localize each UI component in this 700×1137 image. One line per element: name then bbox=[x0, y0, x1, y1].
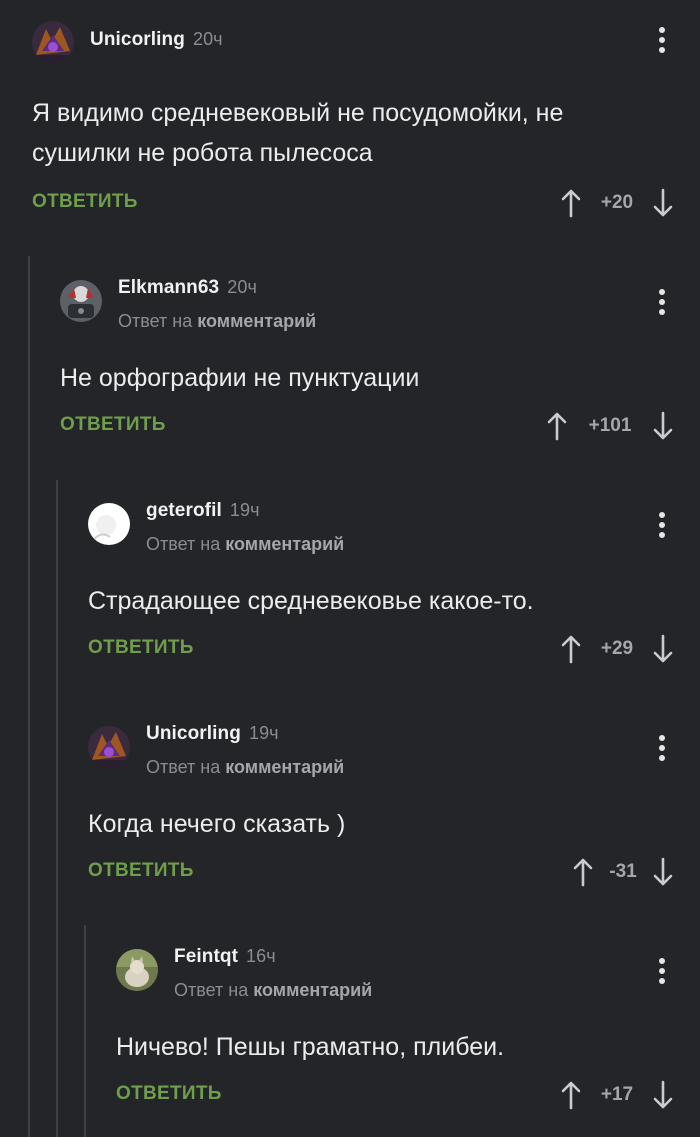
timestamp: 20ч bbox=[192, 29, 223, 49]
rating-value: +101 bbox=[588, 415, 632, 436]
more-vertical-icon[interactable] bbox=[654, 289, 670, 319]
reply-button[interactable]: ОТВЕТИТЬ bbox=[88, 860, 194, 882]
comment: Unicorling 19ч Ответ на комментарий Когда… bbox=[88, 723, 700, 890]
arrow-up-icon[interactable] bbox=[560, 1080, 582, 1110]
arrow-down-icon[interactable] bbox=[652, 188, 674, 218]
vote-controls: +101 bbox=[546, 408, 674, 444]
rating-value: +17 bbox=[600, 1084, 634, 1105]
username-text[interactable]: Unicorling bbox=[146, 723, 241, 744]
timestamp: 16ч bbox=[246, 946, 276, 966]
reply-button[interactable]: ОТВЕТИТЬ bbox=[60, 414, 166, 436]
username-text[interactable]: Feintqt bbox=[174, 946, 238, 967]
comment: Feintqt 16ч Ответ на комментарий Ничево! … bbox=[116, 946, 700, 1113]
comment: geterofil 19ч Ответ на комментарий Страда… bbox=[88, 500, 700, 667]
reply-to-prefix: Ответ на bbox=[146, 534, 226, 554]
comment-header: Elkmann63 20ч Ответ на комментарий bbox=[60, 277, 700, 332]
comment: Unicorling 20ч Я видимо средневековый не … bbox=[32, 21, 700, 221]
comment: Elkmann63 20ч Ответ на комментарий Не орф… bbox=[60, 277, 700, 444]
reply-to-link[interactable]: комментарий bbox=[253, 980, 372, 1000]
more-vertical-icon[interactable] bbox=[654, 735, 670, 765]
username[interactable]: Feintqt 16ч bbox=[174, 946, 276, 968]
rating-value: +29 bbox=[600, 638, 634, 659]
arrow-up-icon[interactable] bbox=[546, 411, 568, 441]
reply-to-link[interactable]: комментарий bbox=[225, 534, 344, 554]
comment-text: Страдающее средневековье какое-то. bbox=[88, 587, 534, 615]
avatar[interactable] bbox=[60, 280, 102, 322]
thread-line-level-2 bbox=[56, 480, 58, 1137]
reply-to-prefix: Ответ на bbox=[118, 311, 198, 331]
comment-text: Когда нечего сказать ) bbox=[88, 810, 346, 838]
comment-actions: ОТВЕТИТЬ +17 bbox=[116, 1077, 700, 1113]
reply-button[interactable]: ОТВЕТИТЬ bbox=[88, 637, 194, 659]
timestamp: 19ч bbox=[229, 500, 260, 520]
avatar[interactable] bbox=[32, 21, 74, 63]
reply-to-label: Ответ на комментарий bbox=[146, 757, 344, 778]
reply-to-prefix: Ответ на bbox=[174, 980, 254, 1000]
comment-header: geterofil 19ч Ответ на комментарий bbox=[88, 500, 700, 555]
rating-value: +20 bbox=[600, 192, 634, 213]
vote-controls: +29 bbox=[560, 631, 674, 667]
comment-actions: ОТВЕТИТЬ +101 bbox=[60, 408, 700, 444]
timestamp: 19ч bbox=[248, 723, 279, 743]
reply-to-link[interactable]: комментарий bbox=[197, 311, 316, 331]
arrow-down-icon[interactable] bbox=[652, 634, 674, 664]
avatar[interactable] bbox=[88, 503, 130, 545]
comment-actions: ОТВЕТИТЬ -31 bbox=[88, 854, 700, 890]
comment-header: Unicorling 20ч bbox=[32, 21, 700, 73]
reply-button[interactable]: ОТВЕТИТЬ bbox=[32, 191, 138, 213]
reply-to-label: Ответ на комментарий bbox=[118, 311, 316, 332]
reply-button[interactable]: ОТВЕТИТЬ bbox=[116, 1083, 222, 1105]
arrow-down-icon[interactable] bbox=[652, 411, 674, 441]
more-vertical-icon[interactable] bbox=[654, 27, 670, 57]
reply-to-label: Ответ на комментарий bbox=[174, 980, 372, 1001]
comment-text: Не орфографии не пунктуации bbox=[60, 364, 420, 392]
comment-actions: ОТВЕТИТЬ +29 bbox=[88, 631, 700, 667]
comment-text: Я видимо средневековый не посудомойки, н… bbox=[32, 99, 564, 167]
avatar[interactable] bbox=[88, 726, 130, 768]
thread-line-level-1 bbox=[28, 256, 30, 1137]
thread-line-level-4 bbox=[84, 925, 86, 1137]
username[interactable]: Elkmann63 20ч bbox=[118, 277, 257, 299]
arrow-up-icon[interactable] bbox=[572, 857, 594, 887]
reply-to-link[interactable]: комментарий bbox=[225, 757, 344, 777]
arrow-up-icon[interactable] bbox=[560, 188, 582, 218]
username[interactable]: Unicorling 20ч bbox=[90, 29, 223, 51]
vote-controls: +20 bbox=[560, 185, 674, 221]
timestamp: 20ч bbox=[227, 277, 257, 297]
comment-actions: ОТВЕТИТЬ +20 bbox=[32, 185, 700, 221]
reply-to-prefix: Ответ на bbox=[146, 757, 226, 777]
username[interactable]: Unicorling 19ч bbox=[146, 723, 279, 745]
more-vertical-icon[interactable] bbox=[654, 512, 670, 542]
avatar[interactable] bbox=[116, 949, 158, 991]
arrow-up-icon[interactable] bbox=[560, 634, 582, 664]
comment-header: Feintqt 16ч Ответ на комментарий bbox=[116, 946, 700, 1001]
rating-value: -31 bbox=[609, 861, 637, 882]
reply-to-label: Ответ на комментарий bbox=[146, 534, 344, 555]
vote-controls: +17 bbox=[560, 1077, 674, 1113]
more-vertical-icon[interactable] bbox=[654, 958, 670, 988]
arrow-down-icon[interactable] bbox=[652, 857, 674, 887]
arrow-down-icon[interactable] bbox=[652, 1080, 674, 1110]
username-text[interactable]: geterofil bbox=[146, 500, 222, 521]
username-text[interactable]: Elkmann63 bbox=[118, 277, 219, 298]
username[interactable]: geterofil 19ч bbox=[146, 500, 260, 522]
comment-text: Ничево! Пешы граматно, плибеи. bbox=[116, 1033, 505, 1061]
comment-header: Unicorling 19ч Ответ на комментарий bbox=[88, 723, 700, 778]
vote-controls: -31 bbox=[572, 854, 674, 890]
username-text[interactable]: Unicorling bbox=[90, 29, 185, 50]
